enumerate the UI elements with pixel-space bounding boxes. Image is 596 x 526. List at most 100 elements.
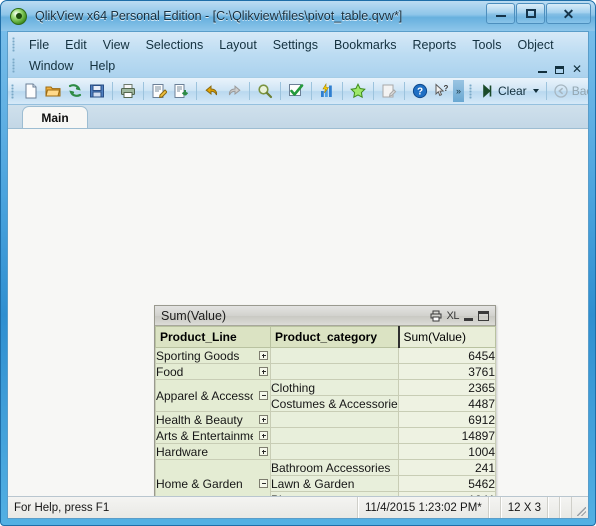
menu-file[interactable]: File <box>21 36 57 54</box>
cell-product-category[interactable] <box>270 427 399 444</box>
mdi-close-button[interactable]: ✕ <box>572 63 582 75</box>
window-minimize-button[interactable] <box>486 3 515 24</box>
pivot-table-object[interactable]: Sum(Value) XL Product_Line Product_categ… <box>154 305 496 496</box>
table-row[interactable]: Apparel & Accessories Clothing2365 <box>155 379 496 412</box>
cell-sum-value[interactable]: 5462 <box>398 475 496 492</box>
cell-sum-value[interactable]: 3761 <box>398 363 496 380</box>
current-selections-icon[interactable] <box>285 80 307 102</box>
column-header-product-category[interactable]: Product_category <box>270 326 399 348</box>
cell-product-category[interactable]: Bathroom Accessories <box>270 459 399 476</box>
cell-product-category[interactable] <box>270 363 399 380</box>
cell-sum-value[interactable]: 14897 <box>398 427 496 444</box>
save-icon[interactable] <box>86 80 108 102</box>
cell-product-category[interactable]: Costumes & Accessories <box>270 395 399 412</box>
table-row[interactable]: Sporting Goods 6454 <box>155 347 496 364</box>
expand-icon[interactable] <box>259 415 268 424</box>
window-maximize-button[interactable] <box>516 3 545 24</box>
cell-product-category[interactable] <box>270 443 399 460</box>
collapse-icon[interactable] <box>259 479 268 488</box>
minimize-object-icon[interactable] <box>464 309 473 322</box>
cell-product-category[interactable] <box>270 347 399 364</box>
cell-product-category[interactable]: Lawn & Garden <box>270 475 399 492</box>
menu-view[interactable]: View <box>95 36 138 54</box>
cell-product-line[interactable]: Apparel & Accessories <box>155 379 271 412</box>
menu-edit[interactable]: Edit <box>57 36 95 54</box>
menu-settings[interactable]: Settings <box>265 36 326 54</box>
menu-drag-grip-icon[interactable] <box>12 37 15 52</box>
mdi-restore-button[interactable] <box>554 66 564 74</box>
toolbar-overflow-button[interactable]: » <box>453 80 464 102</box>
reload-partial-icon[interactable] <box>170 80 192 102</box>
context-help-icon[interactable]: ? <box>431 80 453 102</box>
status-dimensions: 12 X 3 <box>500 497 548 518</box>
collapse-icon[interactable] <box>259 391 268 400</box>
edit-script-icon[interactable] <box>148 80 170 102</box>
menu-window[interactable]: Window <box>21 57 81 75</box>
cell-product-category[interactable]: Pipes <box>270 491 399 496</box>
menu-help[interactable]: Help <box>81 57 123 75</box>
pivot-caption-icons: XL <box>430 309 492 322</box>
toolbar-separator <box>373 82 374 100</box>
cell-product-line[interactable]: Food <box>155 363 271 380</box>
expand-icon[interactable] <box>259 431 268 440</box>
window-resize-grip-icon[interactable] <box>572 497 588 518</box>
cell-product-line[interactable]: Arts & Entertainment <box>155 427 271 444</box>
chart-icon[interactable] <box>316 80 338 102</box>
table-row[interactable]: Arts & Entertainment 14897 <box>155 427 496 444</box>
cell-sum-value[interactable]: 1004 <box>398 443 496 460</box>
column-header-sum-value[interactable]: Sum(Value) <box>397 326 496 348</box>
menu-object[interactable]: Object <box>509 36 561 54</box>
cell-sum-value[interactable]: 1241 <box>398 491 496 496</box>
cell-product-line[interactable]: Hardware <box>155 443 271 460</box>
table-row[interactable]: Hardware 1004 <box>155 443 496 460</box>
maximize-object-icon[interactable] <box>478 309 489 322</box>
expand-icon[interactable] <box>259 447 268 456</box>
menu-tools[interactable]: Tools <box>464 36 509 54</box>
chevron-down-icon[interactable] <box>532 89 539 93</box>
column-header-product-line[interactable]: Product_Line <box>155 326 271 348</box>
print-icon[interactable] <box>117 80 139 102</box>
design-grid-icon[interactable] <box>378 80 400 102</box>
clear-selections-button[interactable]: Clear <box>478 84 542 98</box>
undo-icon[interactable] <box>201 80 223 102</box>
menu-layout[interactable]: Layout <box>211 36 265 54</box>
cell-sum-value[interactable]: 4487 <box>398 395 496 412</box>
cell-product-category[interactable]: Clothing <box>270 379 399 396</box>
cell-product-line[interactable]: Sporting Goods <box>155 347 271 364</box>
print-object-icon[interactable] <box>430 309 442 322</box>
table-row[interactable]: Food 3761 <box>155 363 496 380</box>
cell-product-category[interactable] <box>270 411 399 428</box>
close-icon: ✕ <box>562 5 575 22</box>
open-document-icon[interactable] <box>42 80 64 102</box>
menu-reports[interactable]: Reports <box>405 36 465 54</box>
redo-icon[interactable] <box>223 80 245 102</box>
expand-icon[interactable] <box>259 367 268 376</box>
window-close-button[interactable]: ✕ <box>546 3 591 24</box>
toolbar-drag-grip-icon[interactable] <box>11 83 14 99</box>
selection-toolbar-grip-icon[interactable] <box>469 83 472 99</box>
clear-label: Clear <box>498 84 527 98</box>
help-icon[interactable]: ? <box>409 80 431 102</box>
menu-drag-grip-icon-2[interactable] <box>12 58 15 73</box>
cell-sum-value[interactable]: 6912 <box>398 411 496 428</box>
cell-sum-value[interactable]: 241 <box>398 459 496 476</box>
table-row[interactable]: Home & Garden Bathroom Accessories 241 <box>155 459 496 496</box>
cell-content: Sporting Goods <box>157 349 270 363</box>
search-icon[interactable] <box>254 80 276 102</box>
pivot-table-caption[interactable]: Sum(Value) XL <box>155 306 495 326</box>
table-row[interactable]: Health & Beauty 6912 <box>155 411 496 428</box>
favorites-icon[interactable] <box>347 80 369 102</box>
mdi-minimize-button[interactable] <box>537 71 547 74</box>
menu-selections[interactable]: Selections <box>138 36 212 54</box>
export-to-excel-icon[interactable]: XL <box>447 309 460 322</box>
cell-product-line[interactable]: Health & Beauty <box>155 411 271 428</box>
cell-product-line[interactable]: Home & Garden <box>155 459 271 496</box>
reload-icon[interactable] <box>64 80 86 102</box>
cell-sum-value[interactable]: 2365 <box>398 379 496 396</box>
back-button[interactable]: Back <box>551 84 588 98</box>
cell-sum-value[interactable]: 6454 <box>398 347 496 364</box>
menu-bookmarks[interactable]: Bookmarks <box>326 36 405 54</box>
sheet-tab-main[interactable]: Main <box>22 106 88 128</box>
new-document-icon[interactable] <box>20 80 42 102</box>
expand-icon[interactable] <box>259 351 268 360</box>
